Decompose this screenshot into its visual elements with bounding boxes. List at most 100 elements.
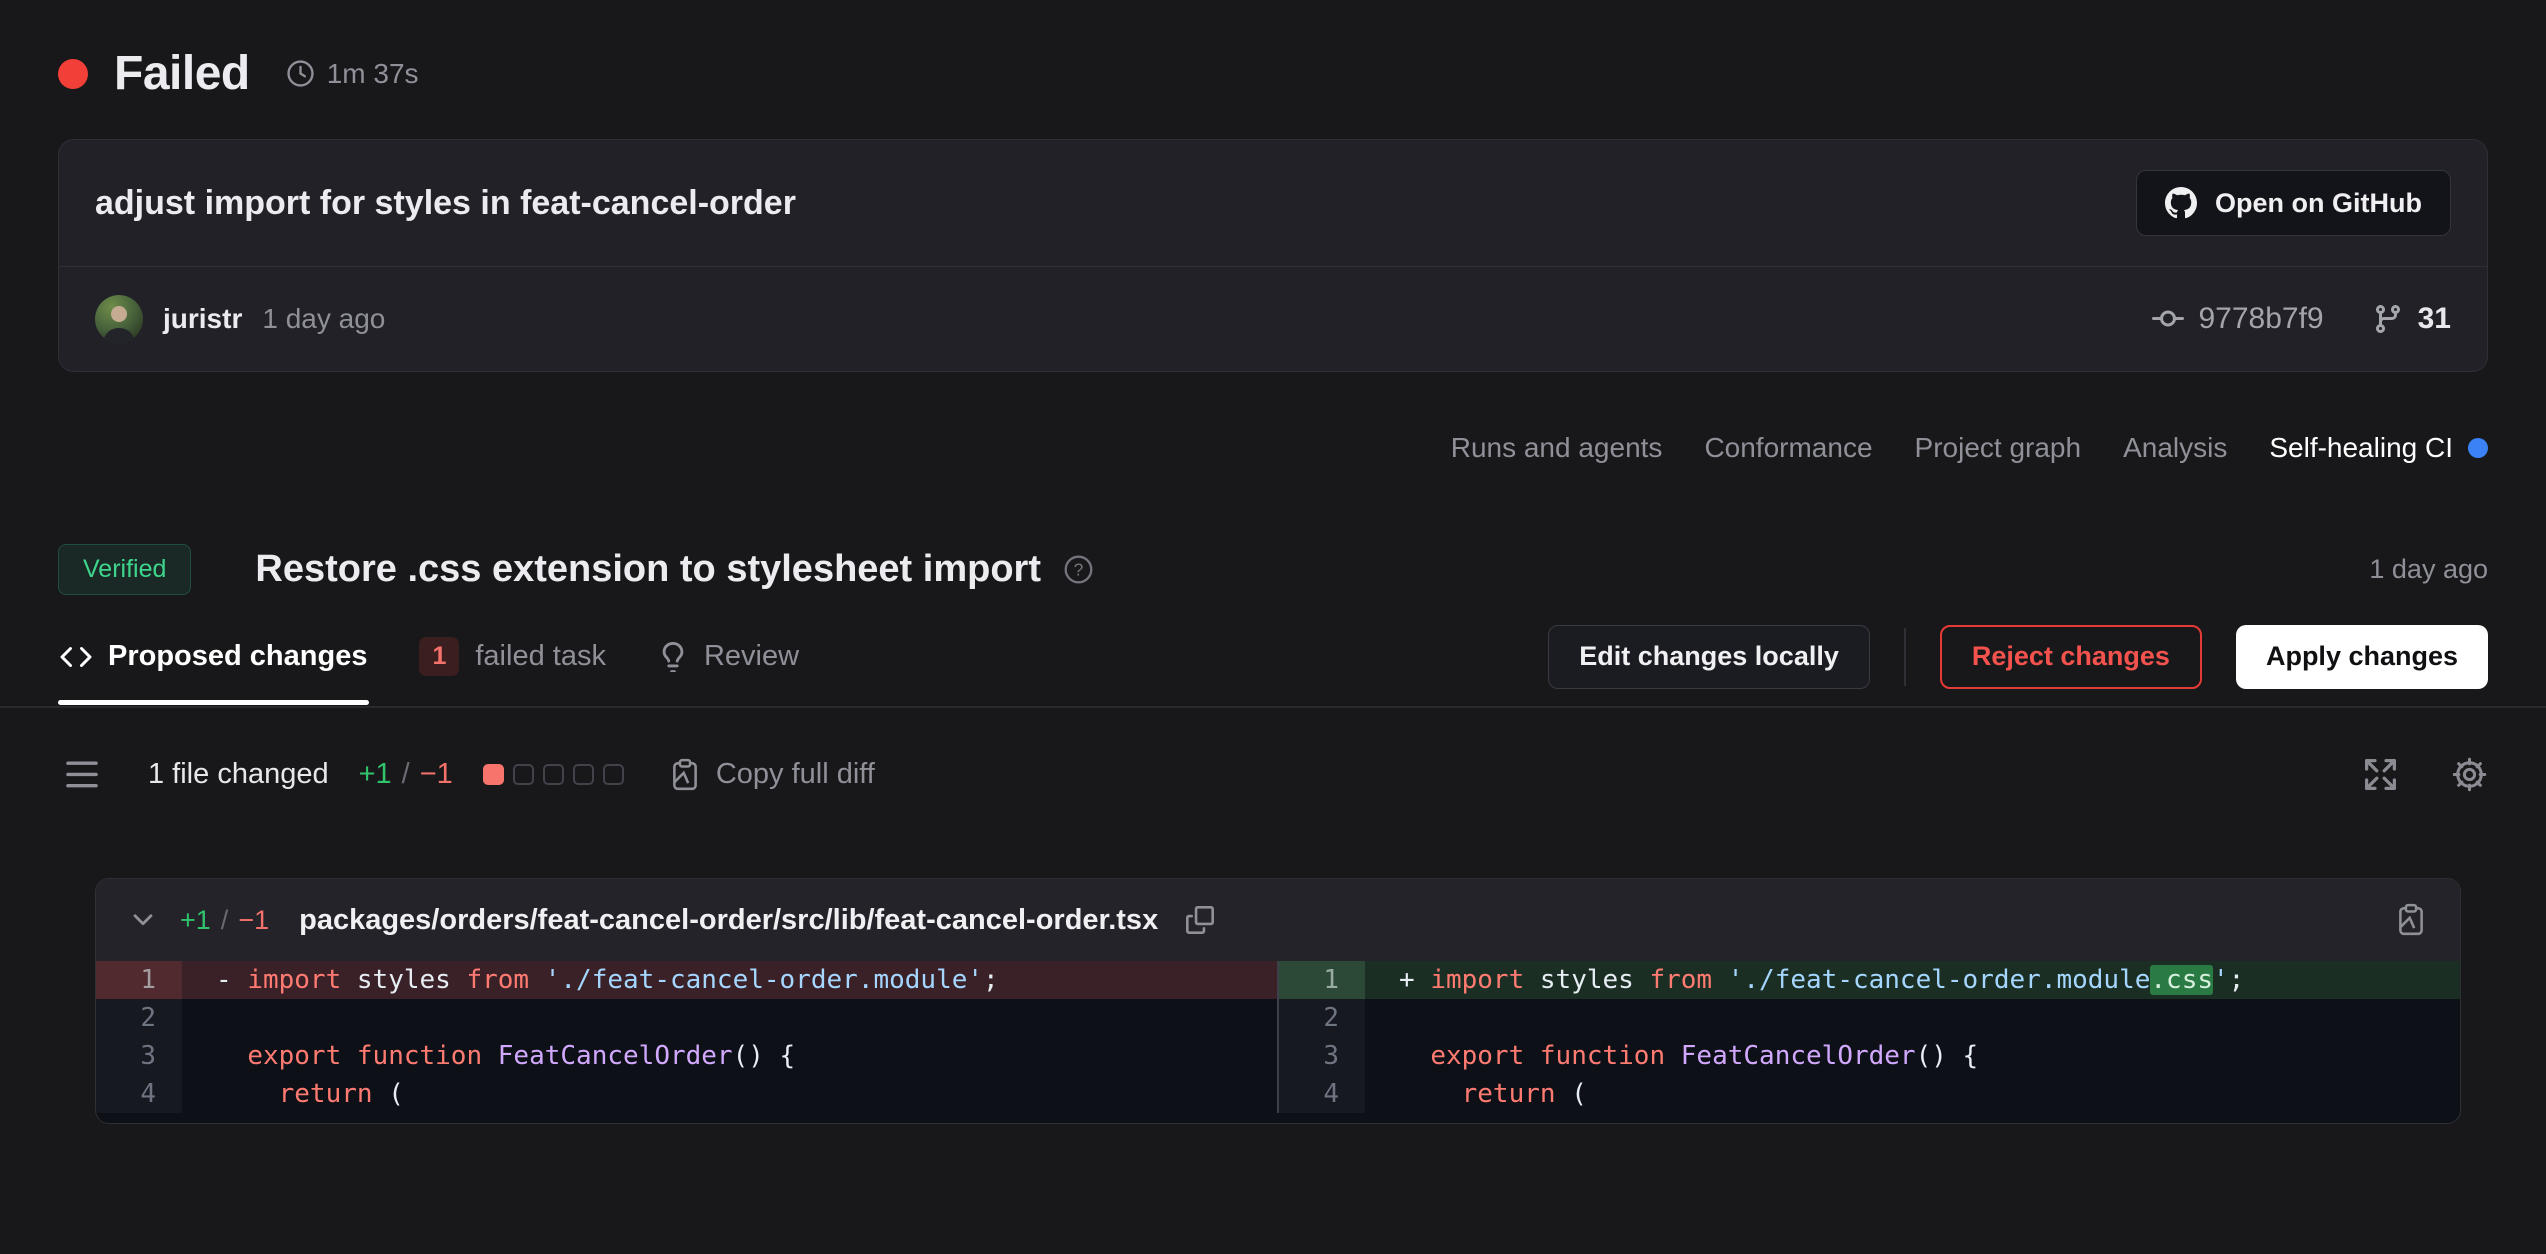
hamburger-menu-icon[interactable] — [64, 757, 100, 793]
diff-line: 2 — [1279, 999, 2460, 1037]
nav-runs-and-agents[interactable]: Runs and agents — [1451, 432, 1663, 464]
stat-square-empty — [573, 764, 594, 785]
diff-line: 1- import styles from './feat-cancel-ord… — [96, 961, 1277, 999]
copy-path-icon[interactable] — [1186, 906, 1214, 934]
open-on-github-button[interactable]: Open on GitHub — [2136, 170, 2451, 236]
diff-card: +1 / −1 packages/orders/feat-cancel-orde… — [95, 878, 2461, 1124]
nav-analysis[interactable]: Analysis — [2123, 432, 2227, 464]
commit-card-top: adjust import for styles in feat-cancel-… — [59, 140, 2487, 266]
commit-sha: 9778b7f9 — [2198, 302, 2323, 336]
gear-icon[interactable] — [2451, 756, 2488, 793]
status-failed-dot — [58, 59, 88, 89]
edit-changes-locally-button[interactable]: Edit changes locally — [1548, 625, 1870, 689]
tab-failed-task-label: failed task — [475, 640, 606, 673]
file-additions: +1 — [180, 905, 211, 936]
author-row: juristr 1 day ago — [95, 295, 385, 343]
apply-changes-button[interactable]: Apply changes — [2236, 625, 2488, 689]
status-title: Failed — [114, 46, 250, 101]
nav-conformance[interactable]: Conformance — [1704, 432, 1872, 464]
diff-body: 1- import styles from './feat-cancel-ord… — [96, 961, 2460, 1123]
avatar-image — [95, 295, 143, 343]
expand-fullscreen-icon[interactable] — [2362, 756, 2399, 793]
clipboard-icon — [668, 758, 702, 792]
tab-proposed-changes-label: Proposed changes — [108, 640, 367, 673]
diff-line: 3 export function FeatCancelOrder() { — [96, 1037, 1277, 1075]
clock-icon — [286, 59, 315, 88]
commit-meta: 9778b7f9 31 — [2152, 302, 2451, 336]
file-path: packages/orders/feat-cancel-order/src/li… — [299, 904, 1158, 937]
fix-time-ago: 1 day ago — [2369, 554, 2488, 585]
diff-line: 1+ import styles from './feat-cancel-ord… — [1279, 961, 2460, 999]
commit-card: adjust import for styles in feat-cancel-… — [58, 139, 2488, 372]
line-number: 1 — [1279, 961, 1365, 999]
svg-text:?: ? — [1074, 560, 1084, 580]
git-commit-icon — [2152, 303, 2184, 335]
commit-title: adjust import for styles in feat-cancel-… — [95, 184, 796, 223]
line-number: 3 — [1279, 1037, 1365, 1075]
commit-time-ago: 1 day ago — [262, 303, 385, 335]
line-number: 1 — [96, 961, 182, 999]
diff-file-header: +1 / −1 packages/orders/feat-cancel-orde… — [96, 879, 2460, 961]
tabs-row: Proposed changes 1 failed task Review Ed… — [0, 607, 2546, 708]
duration: 1m 37s — [286, 58, 419, 90]
file-diff-stat: +1 / −1 — [180, 905, 269, 936]
tabs: Proposed changes 1 failed task Review — [58, 607, 801, 706]
diff-line: 4 return ( — [1279, 1075, 2460, 1113]
stat-square-empty — [543, 764, 564, 785]
code-text — [1365, 999, 2460, 1037]
help-icon[interactable]: ? — [1063, 554, 1094, 585]
open-on-github-label: Open on GitHub — [2215, 188, 2422, 219]
diff-line: 4 return ( — [96, 1075, 1277, 1113]
diff-toolbar-left: 1 file changed +1 / −1 Copy full diff — [64, 757, 875, 793]
duration-text: 1m 37s — [327, 58, 419, 90]
deletions-count: −1 — [420, 758, 453, 791]
lightbulb-icon — [658, 642, 688, 672]
failed-task-count-badge: 1 — [419, 637, 459, 676]
code-text: - import styles from './feat-cancel-orde… — [182, 961, 1277, 999]
fix-actions: Edit changes locally Reject changes Appl… — [1548, 625, 2488, 689]
copy-file-diff-icon[interactable] — [2394, 903, 2428, 937]
stat-slash: / — [402, 758, 410, 791]
stat-square-empty — [513, 764, 534, 785]
code-text: export function FeatCancelOrder() { — [182, 1037, 1277, 1075]
stat-square-filled — [483, 764, 504, 785]
nav-self-healing-ci[interactable]: Self-healing CI — [2269, 432, 2488, 464]
diff-pane-old: 1- import styles from './feat-cancel-ord… — [96, 961, 1277, 1113]
copy-full-diff-button[interactable]: Copy full diff — [668, 758, 875, 792]
blue-dot-indicator — [2468, 438, 2488, 458]
avatar — [95, 295, 143, 343]
code-text: return ( — [1365, 1075, 2460, 1113]
diff-line: 3 export function FeatCancelOrder() { — [1279, 1037, 2460, 1075]
chevron-down-icon[interactable] — [128, 905, 158, 935]
file-deletions: −1 — [238, 905, 269, 936]
diff-stat-squares — [483, 764, 624, 785]
diff-stat: +1 / −1 — [359, 758, 453, 791]
files-changed-label: 1 file changed — [148, 758, 329, 791]
author-name: juristr — [163, 303, 242, 335]
file-stat-slash: / — [221, 905, 229, 936]
additions-count: +1 — [359, 758, 392, 791]
commit-sha-item[interactable]: 9778b7f9 — [2152, 302, 2323, 336]
nav-project-graph[interactable]: Project graph — [1915, 432, 2082, 464]
code-text — [182, 999, 1277, 1037]
tab-proposed-changes[interactable]: Proposed changes — [58, 610, 369, 703]
commit-card-bottom: juristr 1 day ago 9778b7f9 31 — [59, 266, 2487, 371]
diff-line: 2 — [96, 999, 1277, 1037]
tab-review[interactable]: Review — [656, 610, 801, 703]
code-text: return ( — [182, 1075, 1277, 1113]
git-branch-icon — [2372, 303, 2404, 335]
line-number: 2 — [96, 999, 182, 1037]
tab-failed-task[interactable]: 1 failed task — [417, 607, 607, 706]
branch-count-item[interactable]: 31 — [2372, 302, 2451, 336]
diff-toolbar-right — [2362, 756, 2488, 793]
line-number: 3 — [96, 1037, 182, 1075]
section-nav: Runs and agents Conformance Project grap… — [58, 432, 2488, 464]
code-text: + import styles from './feat-cancel-orde… — [1365, 961, 2460, 999]
code-icon — [60, 641, 92, 673]
verified-badge: Verified — [58, 544, 191, 595]
status-header: Failed 1m 37s — [0, 0, 2546, 101]
reject-changes-button[interactable]: Reject changes — [1940, 625, 2202, 689]
fix-title: Restore .css extension to stylesheet imp… — [255, 548, 1041, 591]
github-icon — [2165, 187, 2197, 219]
diff-pane-new: 1+ import styles from './feat-cancel-ord… — [1277, 961, 2460, 1113]
